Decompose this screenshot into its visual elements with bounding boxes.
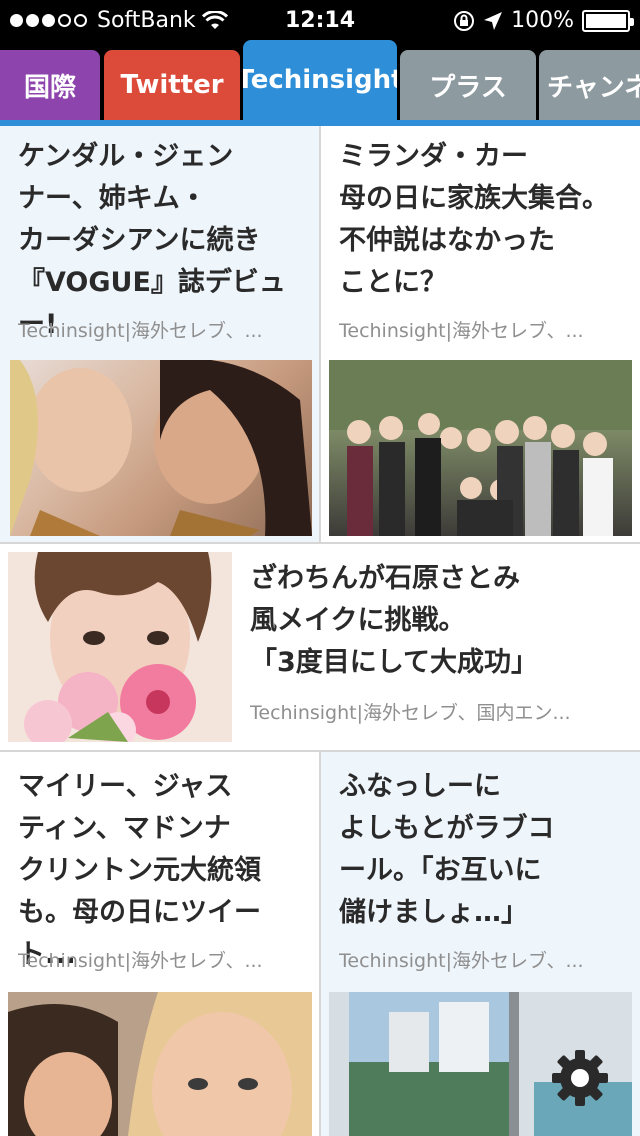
article-source: Techinsight|海外セレブ、...	[339, 320, 584, 342]
article-source: Techinsight|海外セレブ、国内エン...	[250, 702, 571, 724]
article-card[interactable]: ケンダル・ジェン ナー、姉キム・ カーダシアンに続き 『VOGUE』誌デビュー!…	[0, 126, 319, 542]
article-title: ミランダ・カー 母の日に家族大集合。 不仲説はなかった ことに？	[339, 141, 609, 298]
tab-twitter[interactable]: Twitter	[104, 50, 240, 120]
grid-divider	[319, 126, 321, 542]
article-source: Techinsight|海外セレブ、...	[18, 950, 263, 972]
article-title: ふなっしーに よしもとがラブコ ール。「お互いに 儲けましょ…」	[339, 771, 555, 928]
tab-channel[interactable]: チャンネ	[539, 50, 640, 120]
location-arrow-icon	[484, 11, 503, 30]
grid-divider	[319, 752, 321, 1136]
tab-label: 国際	[23, 72, 76, 103]
article-thumbnail	[8, 992, 312, 1136]
tab-label: Techinsight	[243, 65, 397, 95]
article-source: Techinsight|海外セレブ、...	[339, 950, 584, 972]
article-card[interactable]: ミランダ・カー 母の日に家族大集合。 不仲説はなかった ことに？ Techins…	[321, 126, 640, 542]
gear-icon[interactable]	[548, 1046, 612, 1110]
tab-plus[interactable]: プラス	[400, 50, 536, 120]
article-card[interactable]: ざわちんが石原さとみ 風メイクに挑戦。 「3度目にして大成功」 Techinsi…	[0, 544, 640, 750]
status-bar: SoftBank 12:14 100%	[0, 0, 640, 40]
battery-percent: 100%	[511, 8, 574, 33]
tab-international[interactable]: 国際	[0, 50, 100, 120]
article-thumbnail	[10, 360, 312, 536]
article-thumbnail	[329, 360, 632, 536]
article-card[interactable]: マイリー、ジャス ティン、マドンナ クリントン元大統領 も。母の日にツイート..…	[0, 752, 319, 1136]
tab-label: Twitter	[120, 70, 224, 100]
article-title: マイリー、ジャス ティン、マドンナ クリントン元大統領 も。母の日にツイート..…	[18, 771, 261, 970]
tab-label: チャンネ	[547, 72, 640, 103]
article-title: ケンダル・ジェン ナー、姉キム・ カーダシアンに続き 『VOGUE』誌デビュー!	[18, 141, 286, 340]
article-thumbnail	[8, 552, 232, 742]
article-source: Techinsight|海外セレブ、...	[18, 320, 263, 342]
orientation-lock-icon	[454, 10, 475, 31]
tab-techinsight[interactable]: Techinsight	[243, 40, 397, 120]
status-right: 100%	[453, 8, 634, 33]
category-tab-bar: 国際 Twitter Techinsight プラス チャンネ	[0, 40, 640, 126]
article-title: ざわちんが石原さとみ 風メイクに挑戦。 「3度目にして大成功」	[250, 563, 538, 678]
battery-icon	[582, 9, 634, 32]
tab-label: プラス	[429, 72, 507, 103]
